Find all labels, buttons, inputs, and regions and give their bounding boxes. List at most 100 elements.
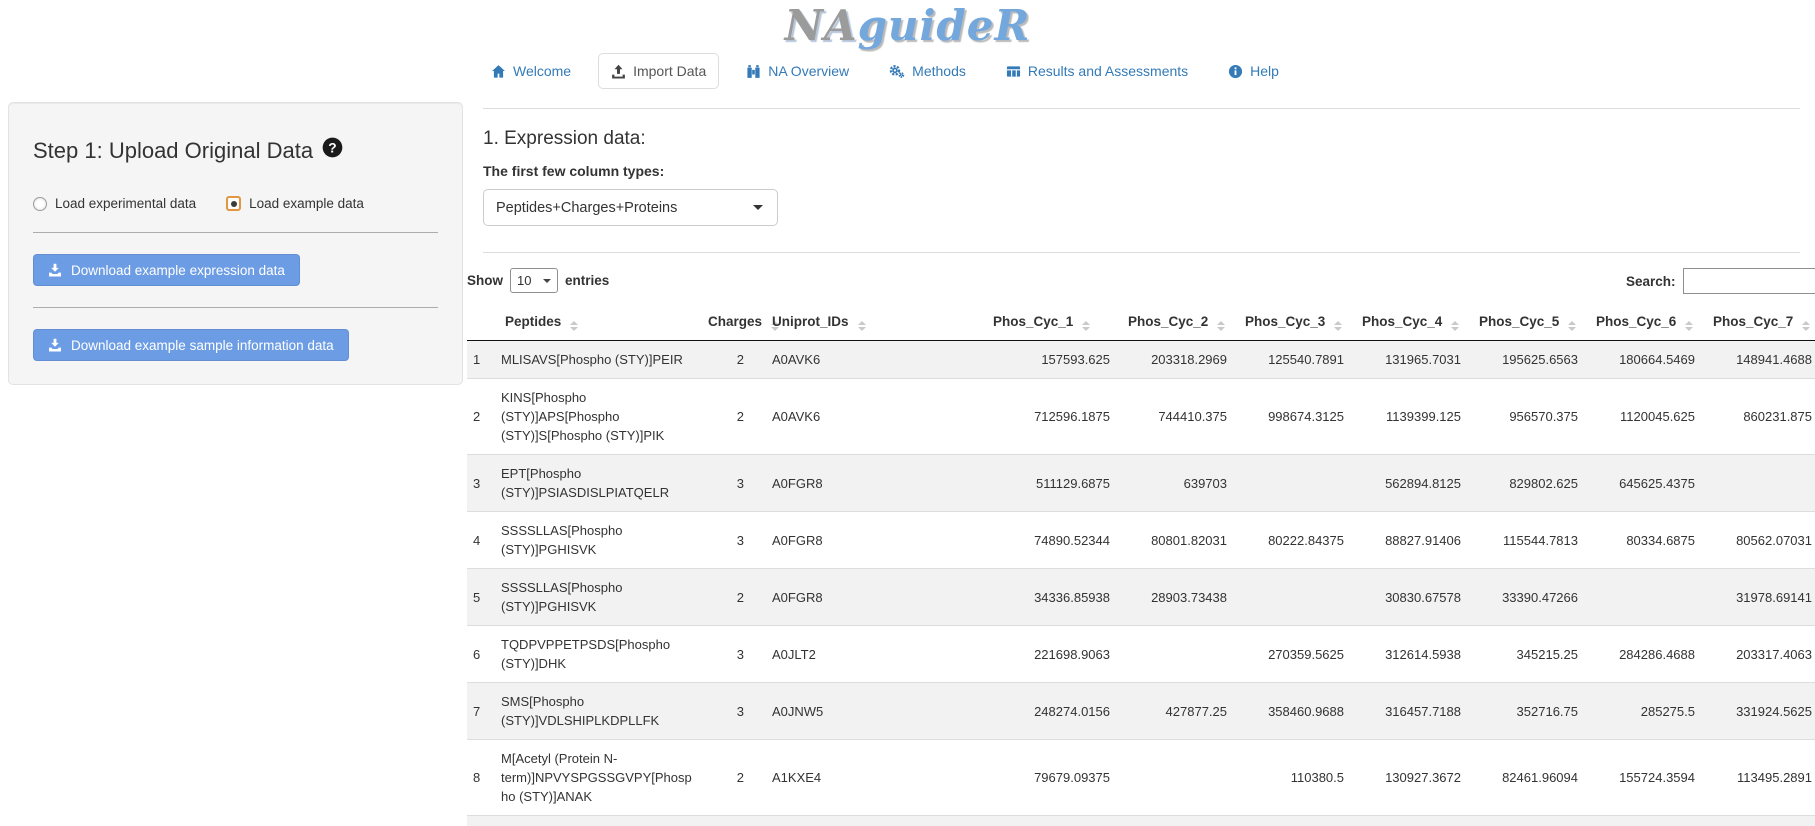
table-cell-num: 2 (700, 379, 764, 455)
table-cell-val: 998674.3125 (1237, 379, 1354, 455)
table-row[interactable]: 8M[Acetyl (Protein N-term)]NPVYSPGSSGVPY… (467, 740, 1815, 816)
column-header-charges[interactable]: Charges (700, 305, 764, 341)
table-cell-val (1705, 455, 1815, 512)
table-cell-val (1237, 455, 1354, 512)
panel-title: Step 1: Upload Original Data ? (33, 137, 442, 164)
table-cell-rownum: 8 (467, 740, 497, 816)
column-header-phos_cyc_4[interactable]: Phos_Cyc_4 (1354, 305, 1471, 341)
column-header-phos_cyc_5[interactable]: Phos_Cyc_5 (1471, 305, 1588, 341)
table-row[interactable]: 5SSSSLLAS[Phospho (STY)]PGHISVK2A0FGR834… (467, 569, 1815, 626)
column-header-phos_cyc_7[interactable]: Phos_Cyc_7 (1705, 305, 1815, 341)
table-cell-rownum: 6 (467, 626, 497, 683)
table-cell-val: 562894.8125 (1354, 455, 1471, 512)
tab-help[interactable]: Help (1215, 53, 1292, 89)
table-cell-val: 284286.4688 (1588, 626, 1705, 683)
sort-arrows-icon (1802, 321, 1810, 331)
table-cell-val: 285275.5 (1588, 683, 1705, 740)
sort-arrows-icon (1685, 321, 1693, 331)
table-cell-val: 80334.6875 (1588, 512, 1705, 569)
column-types-label: The first few column types: (483, 163, 664, 179)
column-header-phos_cyc_3[interactable]: Phos_Cyc_3 (1237, 305, 1354, 341)
table-cell-peptide: EPT[Phospho (STY)]PSIASDISLPIATQELR (497, 455, 700, 512)
table-cell-val: 312614.5938 (1354, 626, 1471, 683)
column-header-label: Peptides (505, 314, 561, 329)
table-cell-uniprot: A0AVK6 (764, 379, 985, 455)
table-cell-val: 1139399.125 (1354, 379, 1471, 455)
table-cell-num: 3 (700, 683, 764, 740)
table-length-control: Show 10 entries (467, 268, 609, 293)
column-header-label: Charges (708, 314, 762, 329)
table-cell-val: 88827.91406 (1354, 512, 1471, 569)
table-cell-val: 270359.5625 (1237, 626, 1354, 683)
table-cell-val: 80801.82031 (1120, 512, 1237, 569)
table-cell-val (1120, 740, 1237, 816)
search-input[interactable] (1683, 268, 1815, 294)
table-row[interactable]: 3EPT[Phospho (STY)]PSIASDISLPIATQELR3A0F… (467, 455, 1815, 512)
table-cell-peptide: SMS[Phospho (STY)]VDLSHIPLKDPLLFK (497, 683, 700, 740)
table-cell-uniprot: A0FGR8 (764, 512, 985, 569)
table-cell-num: 2 (700, 341, 764, 379)
table-cell-val: 82461.96094 (1471, 740, 1588, 816)
column-header-phos_cyc_2[interactable]: Phos_Cyc_2 (1120, 305, 1237, 341)
radio-load-experimental-data[interactable] (33, 197, 47, 211)
divider (33, 307, 438, 308)
table-row[interactable]: 7SMS[Phospho (STY)]VDLSHIPLKDPLLFK3A0JNW… (467, 683, 1815, 740)
column-header-phos_cyc_6[interactable]: Phos_Cyc_6 (1588, 305, 1705, 341)
table-cell-val (1120, 626, 1237, 683)
column-header-uniprot_ids[interactable]: Uniprot_IDs (764, 305, 985, 341)
table-cell-peptide (497, 816, 700, 826)
column-header-phos_cyc_1[interactable]: Phos_Cyc_1 (985, 305, 1120, 341)
table-cell-val (1237, 569, 1354, 626)
sort-arrows-icon (1568, 321, 1576, 331)
table-row[interactable]: 2KINS[Phospho (STY)]APS[Phospho (STY)]S[… (467, 379, 1815, 455)
svg-text:?: ? (328, 140, 336, 155)
tab-label: Import Data (633, 62, 706, 80)
column-header-peptides[interactable]: Peptides (497, 305, 700, 341)
column-header-label: Phos_Cyc_4 (1362, 314, 1442, 329)
table-row[interactable] (467, 816, 1815, 826)
divider (33, 232, 438, 233)
download-sample-info-button[interactable]: Download example sample information data (33, 329, 349, 361)
radio-selected-load-example-data[interactable] (226, 196, 241, 211)
table-row[interactable]: 6TQDPVPPETPSDS[Phospho (STY)]DHK3A0JLT22… (467, 626, 1815, 683)
table-cell-val: 744410.375 (1120, 379, 1237, 455)
table-cell-val (1705, 816, 1815, 826)
table-cell-val: 352716.75 (1471, 683, 1588, 740)
question-icon[interactable]: ? (322, 137, 343, 164)
tab-import-data[interactable]: Import Data (598, 53, 719, 89)
divider (483, 252, 1800, 253)
table-cell-val: 131965.7031 (1354, 341, 1471, 379)
table-cell-val: 113495.2891 (1705, 740, 1815, 816)
tab-results-and-assessments[interactable]: Results and Assessments (993, 53, 1201, 89)
app-logo: NAguideR (0, 2, 1815, 50)
tab-methods[interactable]: Methods (876, 53, 979, 89)
table-cell-val: 221698.9063 (985, 626, 1120, 683)
table-cell-val: 180664.5469 (1588, 341, 1705, 379)
table-cell-uniprot: A0FGR8 (764, 455, 985, 512)
column-types-select[interactable]: Peptides+Charges+Proteins (483, 189, 778, 226)
column-header-label: Phos_Cyc_7 (1713, 314, 1793, 329)
table-cell-val: 860231.875 (1705, 379, 1815, 455)
table-cell-val: 80222.84375 (1237, 512, 1354, 569)
download-icon (48, 338, 62, 352)
tab-welcome[interactable]: Welcome (478, 53, 584, 89)
table-cell-uniprot: A0AVK6 (764, 341, 985, 379)
column-header-rownum[interactable] (467, 305, 497, 341)
table-cell-num: 3 (700, 626, 764, 683)
sort-arrows-icon (570, 321, 578, 331)
download-expression-button[interactable]: Download example expression data (33, 254, 300, 286)
table-cell-peptide: M[Acetyl (Protein N-term)]NPVYSPGSSGVPY[… (497, 740, 700, 816)
table-cell-val: 1120045.625 (1588, 379, 1705, 455)
table-cell-val: 130927.3672 (1354, 740, 1471, 816)
table-row[interactable]: 1MLISAVS[Phospho (STY)]PEIR2A0AVK6157593… (467, 341, 1815, 379)
tab-na-overview[interactable]: NA Overview (733, 53, 862, 89)
table-cell-val: 79679.09375 (985, 740, 1120, 816)
table-cell-rownum: 7 (467, 683, 497, 740)
column-header-label: Uniprot_IDs (772, 314, 849, 329)
page-length-select[interactable]: 10 (510, 268, 558, 293)
sort-arrows-icon (858, 321, 866, 331)
table-cell-val: 148941.4688 (1705, 341, 1815, 379)
table-row[interactable]: 4SSSSLLAS[Phospho (STY)]PGHISVK3A0FGR874… (467, 512, 1815, 569)
table-cell-num: 3 (700, 455, 764, 512)
show-label: Show (467, 273, 503, 288)
